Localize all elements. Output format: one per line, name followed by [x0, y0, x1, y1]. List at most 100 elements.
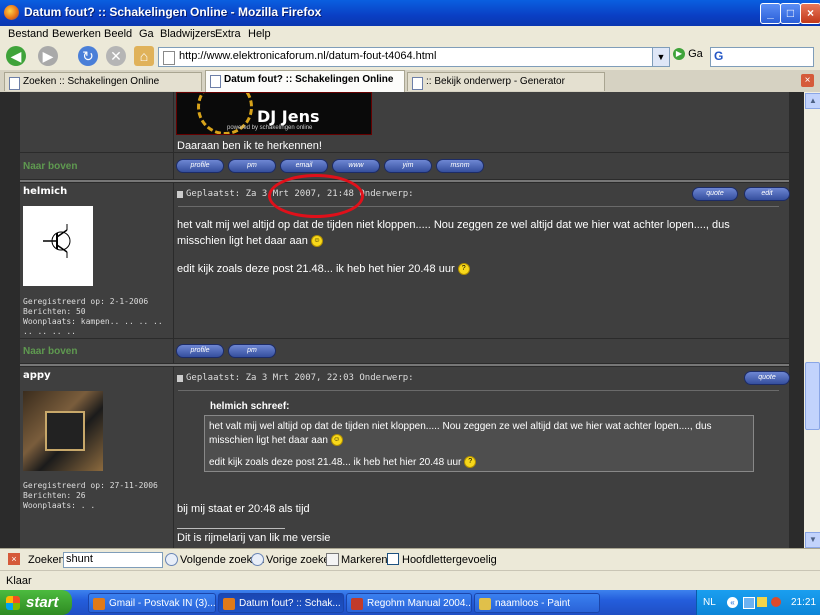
url-bar[interactable]: http://www.elektronicaforum.nl/datum-fou… [158, 47, 670, 67]
window-title: Datum fout? :: Schakelingen Online - Moz… [24, 5, 322, 19]
tab-bar: Zoeken :: Schakelingen Online Datum fout… [0, 70, 820, 93]
www-button[interactable]: www [332, 159, 380, 173]
back-arrow-icon[interactable]: ◀ [6, 46, 26, 66]
divider [178, 206, 779, 207]
email-button[interactable]: email [280, 159, 328, 173]
home-icon[interactable]: ⌂ [134, 46, 154, 66]
post-text: Daaraan ben ik te herkennen! [177, 140, 322, 152]
go-label: Ga [688, 48, 703, 60]
firefox-icon [4, 5, 19, 20]
menu-bar: Bestand Bewerken Beeld Ga Bladwijzers Ex… [0, 26, 820, 44]
language-indicator[interactable]: NL [703, 597, 716, 608]
security-icon[interactable] [771, 597, 781, 607]
go-button[interactable]: ▶ Ga [673, 48, 703, 61]
tab-zoeken[interactable]: Zoeken :: Schakelingen Online [4, 72, 202, 91]
taskbar-label: naamloos - Paint [495, 598, 571, 609]
close-findbar-icon[interactable]: × [8, 553, 20, 565]
tab-label: Zoeken :: Schakelingen Online [23, 76, 160, 87]
clock[interactable]: 21:21 [791, 597, 816, 608]
close-tab-icon[interactable]: × [801, 74, 814, 87]
matchcase-checkbox[interactable] [387, 553, 399, 565]
tray-expand-icon[interactable]: « [727, 597, 738, 608]
post-body-column: Geplaatst: Za 3 Mrt 2007, 21:48 Onderwer… [174, 183, 790, 338]
post-footer-right: profile pm email www yim msnm [174, 153, 789, 179]
find-input[interactable]: shunt [63, 552, 163, 568]
post-icon [177, 191, 183, 198]
yim-button[interactable]: yim [384, 159, 432, 173]
find-prev-icon [251, 553, 264, 566]
signature-divider [177, 528, 285, 529]
scroll-up-icon[interactable]: ▲ [805, 93, 820, 109]
quote-button[interactable]: quote [744, 371, 790, 385]
edit-button[interactable]: edit [744, 187, 790, 201]
vertical-scrollbar[interactable]: ▲ ▼ [804, 92, 820, 548]
signature-banner: DJ Jens powered by schakelingen online [176, 92, 372, 135]
taskbar-gmail[interactable]: Gmail - Postvak IN (3)... [88, 593, 216, 613]
menu-bladwijzers[interactable]: Bladwijzers [160, 28, 216, 40]
naar-boven-link[interactable]: Naar boven [23, 346, 77, 357]
highlight-ring [268, 174, 364, 218]
windows-logo-icon [6, 596, 20, 610]
naar-boven-link[interactable]: Naar boven [23, 161, 77, 172]
volume-icon[interactable] [757, 597, 767, 607]
post-icon [177, 375, 183, 382]
find-next-icon [165, 553, 178, 566]
post-count: Berichten: 50 [23, 307, 86, 316]
taskbar-regohm[interactable]: Regohm Manual 2004... [346, 593, 472, 613]
minimize-button[interactable]: _ [760, 3, 781, 24]
menu-extra[interactable]: Extra [215, 28, 241, 40]
taskbar-paint[interactable]: naamloos - Paint [474, 593, 600, 613]
menu-bewerken[interactable]: Bewerken [52, 28, 101, 40]
scroll-thumb[interactable] [805, 362, 820, 430]
url-dropdown-icon[interactable]: ▼ [652, 48, 669, 66]
separator [20, 364, 789, 366]
forward-arrow-icon[interactable]: ▶ [38, 46, 58, 66]
find-label: Zoeken: [28, 554, 68, 566]
question-smiley-icon: ? [464, 456, 477, 469]
post-footer-right: profile pm [174, 339, 789, 363]
post-text: het valt mij wel altijd op dat de tijden… [177, 219, 730, 247]
menu-help[interactable]: Help [248, 28, 271, 40]
page-icon [163, 51, 175, 65]
quote-button[interactable]: quote [692, 187, 738, 201]
cpu-chip-icon [45, 411, 85, 451]
taskbar-label: Datum fout? :: Schak... [239, 598, 341, 609]
pm-button[interactable]: pm [228, 159, 276, 173]
status-text: Klaar [6, 575, 32, 587]
tab-datum-fout[interactable]: Datum fout? :: Schakelingen Online [205, 70, 405, 92]
avatar [23, 206, 93, 286]
network-icon[interactable] [743, 597, 755, 609]
post-author[interactable]: appy [23, 370, 51, 381]
taskbar-label: Regohm Manual 2004... [367, 598, 472, 609]
title-bar: Datum fout? :: Schakelingen Online - Moz… [0, 0, 820, 26]
menu-ga[interactable]: Ga [139, 28, 154, 40]
go-arrow-icon: ▶ [673, 48, 685, 61]
maximize-button[interactable]: □ [780, 3, 801, 24]
taskbar-datum-fout[interactable]: Datum fout? :: Schak... [218, 593, 344, 613]
stop-icon[interactable]: ✕ [106, 46, 126, 66]
highlight-button[interactable]: Markeren [341, 554, 387, 566]
smiley-icon: ☺ [330, 434, 343, 447]
search-box[interactable]: G [710, 47, 814, 67]
msnm-button[interactable]: msnm [436, 159, 484, 173]
menu-beeld[interactable]: Beeld [104, 28, 132, 40]
location: Woonplaats: . . [23, 501, 96, 510]
close-window-button[interactable]: × [800, 3, 820, 24]
location: Woonplaats: kampen.. .. .. .. .. .. .. .… [23, 317, 163, 336]
post-meta: Geplaatst: Za 3 Mrt 2007, 22:03 Onderwer… [186, 373, 414, 383]
profile-button[interactable]: profile [176, 344, 224, 358]
post-author[interactable]: helmich [23, 186, 67, 197]
page-content: DJ Jens powered by schakelingen online D… [0, 92, 804, 548]
pm-button[interactable]: pm [228, 344, 276, 358]
profile-button[interactable]: profile [176, 159, 224, 173]
start-button[interactable]: start [0, 590, 72, 615]
post-author-column [20, 92, 173, 152]
reload-icon[interactable]: ↻ [78, 46, 98, 66]
menu-bestand[interactable]: Bestand [8, 28, 48, 40]
banner-subtitle: powered by schakelingen online [227, 125, 313, 131]
post-footer-left: Naar boven [20, 153, 173, 179]
google-icon: G [714, 49, 724, 63]
tab-generator[interactable]: :: Bekijk onderwerp - Generator [407, 72, 605, 91]
scroll-down-icon[interactable]: ▼ [805, 532, 820, 548]
separator [20, 180, 789, 182]
